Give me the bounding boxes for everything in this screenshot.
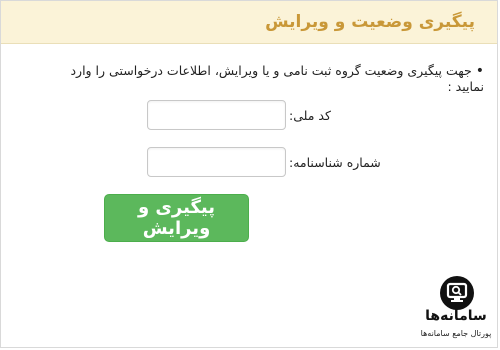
- birth-certificate-input[interactable]: [147, 147, 286, 177]
- watermark-tagline: پورتال جامع سامانه‌ها: [420, 329, 492, 338]
- panel-header: پیگیری وضعیت و ویرایش: [1, 1, 497, 44]
- monitor-search-icon: [440, 276, 474, 310]
- national-code-input[interactable]: [147, 100, 286, 130]
- track-edit-button[interactable]: پیگیری و ویرایش: [104, 194, 249, 242]
- page-title: پیگیری وضعیت و ویرایش: [265, 12, 475, 32]
- watermark-logo: سامانه‌ها پورتال جامع سامانه‌ها: [417, 276, 495, 346]
- bullet-icon: •: [475, 63, 484, 79]
- birth-certificate-label: شماره شناسنامه:: [289, 155, 381, 170]
- watermark-name: سامانه‌ها: [425, 308, 487, 324]
- instruction-text: •جهت پیگیری وضعیت گروه ثبت نامی و یا ویر…: [44, 63, 484, 94]
- national-code-label: کد ملی:: [289, 108, 331, 123]
- instruction-label: جهت پیگیری وضعیت گروه ثبت نامی و یا ویرا…: [70, 63, 484, 94]
